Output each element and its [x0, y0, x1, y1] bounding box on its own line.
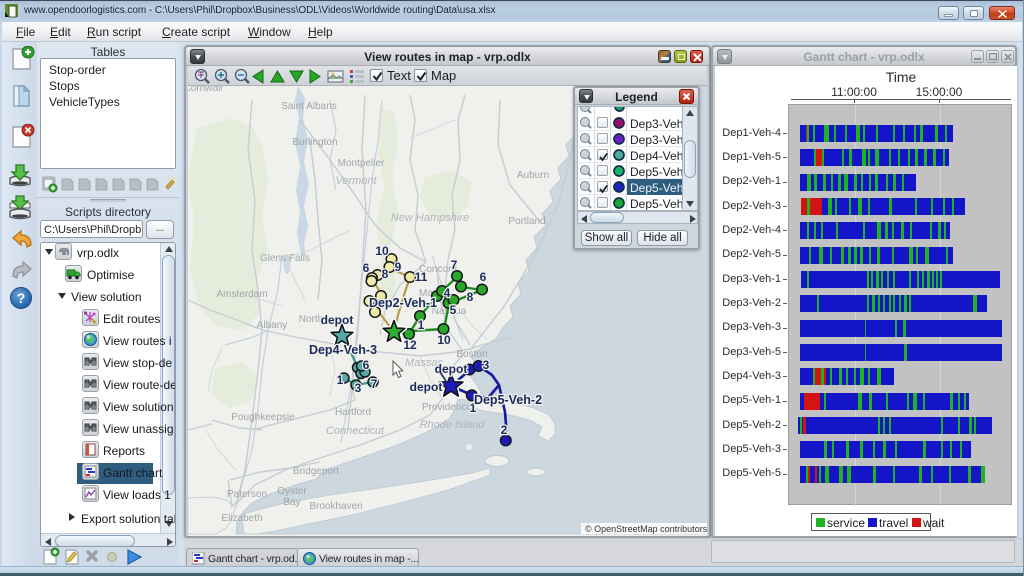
svg-text:Providence: Providence — [422, 402, 472, 413]
svg-text:1: 1 — [337, 373, 344, 387]
svg-text:Paterson: Paterson — [227, 489, 267, 500]
svg-text:Amsterdam: Amsterdam — [216, 289, 267, 300]
svg-text:10: 10 — [375, 244, 389, 258]
svg-text:3: 3 — [355, 381, 362, 395]
svg-text:New Hampshire: New Hampshire — [391, 212, 469, 224]
svg-text:Portland: Portland — [508, 216, 545, 227]
svg-text:Burlington: Burlington — [292, 137, 337, 148]
svg-text:Connecticut: Connecticut — [326, 425, 385, 437]
svg-text:Hartford: Hartford — [335, 407, 371, 418]
svg-text:1: 1 — [418, 318, 425, 332]
svg-text:4: 4 — [444, 286, 451, 300]
svg-text:Brookhaven: Brookhaven — [309, 501, 362, 512]
svg-text:Saint Albans: Saint Albans — [281, 101, 337, 112]
svg-text:North: North — [299, 314, 323, 325]
svg-text:8: 8 — [467, 290, 474, 304]
svg-text:Bay: Bay — [283, 497, 300, 508]
svg-text:Auburn: Auburn — [517, 170, 549, 181]
svg-text:10: 10 — [437, 333, 451, 347]
svg-text:depot: depot — [410, 380, 443, 394]
svg-text:Cornwall: Cornwall — [188, 86, 222, 94]
svg-text:7: 7 — [371, 377, 378, 391]
svg-text:6: 6 — [363, 358, 370, 372]
svg-text:depot: depot — [435, 362, 468, 376]
svg-text:Albany: Albany — [257, 320, 288, 331]
svg-text:7: 7 — [451, 258, 458, 272]
svg-text:Oyster: Oyster — [277, 486, 307, 497]
svg-text:8: 8 — [382, 267, 389, 281]
svg-text:5: 5 — [450, 303, 457, 317]
svg-text:Montpelier: Montpelier — [338, 158, 385, 169]
svg-text:Poughkeepsie: Poughkeepsie — [231, 412, 295, 423]
svg-text:Elizabeth: Elizabeth — [221, 513, 262, 524]
svg-text:depot: depot — [321, 313, 354, 327]
svg-text:2: 2 — [501, 423, 508, 437]
svg-text:3: 3 — [483, 358, 490, 372]
svg-text:Dep5-Veh-2: Dep5-Veh-2 — [474, 393, 542, 407]
svg-text:Dep2-Veh-1: Dep2-Veh-1 — [369, 296, 437, 310]
svg-text:© OpenStreetMap contributors: © OpenStreetMap contributors — [585, 524, 707, 534]
svg-text:Vermont: Vermont — [335, 175, 377, 187]
svg-text:Bridgeport: Bridgeport — [293, 466, 339, 477]
svg-text:Rhode Island: Rhode Island — [420, 419, 486, 431]
svg-text:12: 12 — [403, 338, 417, 352]
svg-text:11: 11 — [415, 270, 428, 284]
svg-text:6: 6 — [363, 261, 370, 275]
svg-text:Glens Falls: Glens Falls — [260, 253, 310, 264]
svg-text:Dep4-Veh-3: Dep4-Veh-3 — [309, 343, 377, 357]
svg-text:6: 6 — [480, 270, 487, 284]
svg-text:9: 9 — [395, 260, 402, 274]
